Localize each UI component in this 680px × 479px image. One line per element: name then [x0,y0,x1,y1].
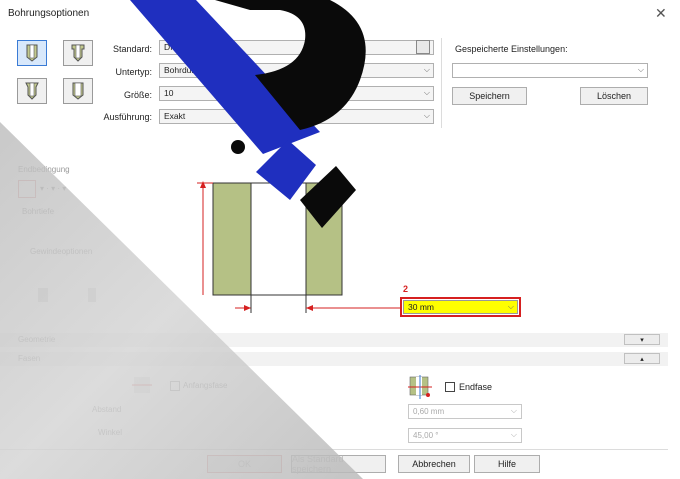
thread-icon-b [88,288,96,302]
chamfer-section-header[interactable]: Fasen ▴ [0,352,668,366]
hole-spotface-icon [72,82,84,100]
title-bar: Bohrungsoptionen ✕ [0,0,680,26]
chevron-down-icon: ⌵ [423,88,430,97]
start-angle-label: Winkel [98,428,123,437]
save-as-default-button[interactable]: Als Standard speichern [291,454,386,474]
chevron-down-icon: ⌵ [637,65,644,74]
termination-options-icon[interactable]: ▾ · ▾ · ▾ [40,184,66,193]
end-angle-input[interactable]: 45,00 ° ⌵ [408,428,522,443]
ok-button[interactable]: OK [207,455,282,473]
hole-type-spotface-button[interactable] [63,78,93,104]
chevron-down-icon: ⌵ [510,430,517,439]
start-chamfer-label: Anfangsfase [183,381,228,390]
size-value: 10 [164,88,174,98]
hole-bore [250,182,307,296]
hole-simple-icon [26,44,38,62]
end-distance-input[interactable]: 0,60 mm ⌵ [408,404,522,419]
subtype-value: Bohrdurchmesser [164,65,232,75]
saved-settings-select[interactable]: ⌵ [452,63,648,78]
drill-depth-label: Bohrtiefe [22,207,55,216]
window-title: Bohrungsoptionen [8,8,90,19]
delete-button[interactable]: Löschen [580,87,648,105]
standard-menu-icon[interactable] [416,40,430,54]
close-icon[interactable]: ✕ [655,5,667,22]
hole-countersink-icon [25,82,39,100]
diameter-input[interactable]: 30 mm ⌵ [403,300,518,314]
end-angle-value: 45,00 ° [413,431,439,440]
end-chamfer-icon [408,375,432,399]
size-label: Größe: [123,90,152,100]
execution-value: Exakt [164,111,186,121]
execution-select[interactable]: Exakt ⌵ [159,109,434,124]
size-select[interactable]: 10 ⌵ [159,86,434,101]
chevron-down-icon: ⌵ [507,302,514,311]
end-chamfer-checkbox[interactable] [445,382,455,392]
footer-divider [0,449,668,450]
hole-type-countersink-button[interactable] [17,78,47,104]
execution-label: Ausführung: [103,112,152,122]
chamfer-section-title: Fasen [18,354,41,363]
diameter-value: 30 mm [408,302,434,312]
callout-marker: 2 [403,284,409,294]
standard-select[interactable]: DIN Metric [159,40,434,55]
hole-preview [197,181,400,313]
hole-counterbore-icon [71,44,85,62]
start-chamfer-checkbox[interactable] [170,381,180,391]
chevron-down-icon: ⌵ [423,111,430,120]
subtype-select[interactable]: Bohrdurchmesser ⌵ [159,63,434,78]
chevron-down-icon: ⌵ [510,406,517,415]
hole-wall-left [212,182,252,296]
geometry-section-title: Geometrie [18,335,56,344]
start-chamfer-icon [132,375,152,395]
cancel-button[interactable]: Abbrechen [398,455,470,473]
standard-value: DIN Metric [164,42,205,52]
expand-icon[interactable]: ▾ [624,334,660,345]
collapse-icon[interactable]: ▴ [624,353,660,364]
end-distance-value: 0,60 mm [413,407,445,416]
termination-label: Endbedingung [18,165,70,174]
termination-through-button[interactable] [18,180,36,198]
vertical-divider [441,38,442,128]
chevron-down-icon: ⌵ [423,65,430,74]
hole-type-counterbore-button[interactable] [63,40,93,66]
start-distance-label: Abstand [92,405,122,414]
standard-label: Standard: [112,44,152,54]
end-chamfer-label: Endfase [459,382,493,392]
hole-wall-right [305,182,343,296]
save-button[interactable]: Speichern [452,87,527,105]
hole-type-simple-button[interactable] [17,40,47,66]
saved-settings-label: Gespeicherte Einstellungen: [455,44,568,54]
thread-icon-a [38,288,48,302]
geometry-section-header[interactable]: Geometrie ▾ [0,333,668,347]
help-button[interactable]: Hilfe [474,455,540,473]
thread-options-label: Gewindeoptionen [30,247,93,256]
subtype-label: Untertyp: [115,67,152,77]
